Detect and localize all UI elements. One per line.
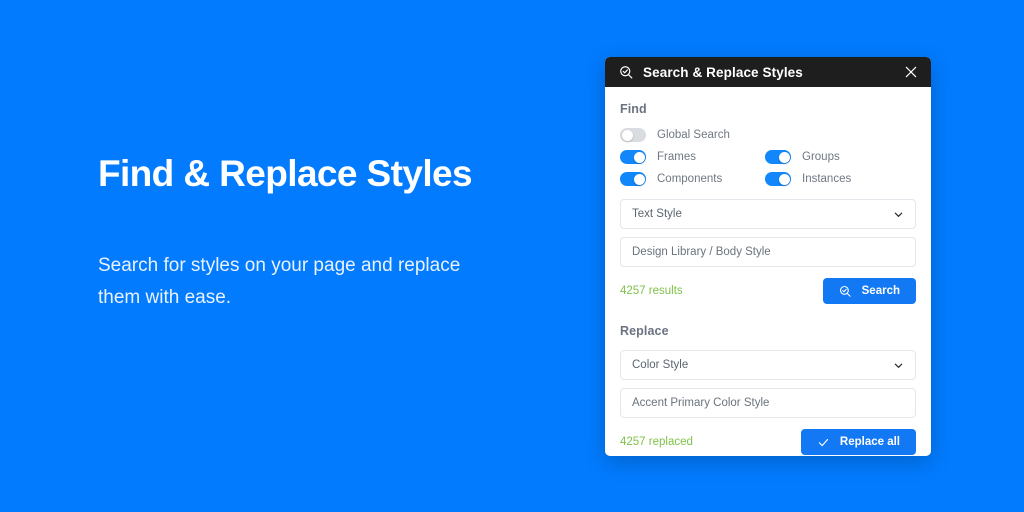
toggle-label-global-search: Global Search — [657, 129, 730, 141]
page-title: Find & Replace Styles — [98, 153, 473, 194]
search-check-icon — [839, 285, 851, 297]
toggle-knob — [621, 129, 633, 141]
replace-style-name-input[interactable]: Accent Primary Color Style — [620, 388, 916, 418]
search-button[interactable]: Search — [822, 278, 916, 304]
find-toggle-grid: Global Search Frames Groups Components I… — [620, 128, 916, 186]
toggle-global-search[interactable] — [620, 128, 646, 142]
search-check-icon — [620, 65, 633, 79]
chevron-down-icon — [894, 212, 903, 217]
replace-style-type-value: Color Style — [632, 359, 689, 371]
replace-action-row: 4257 replaced Replace all — [620, 429, 916, 455]
page-root: Find & Replace Styles Search for styles … — [0, 0, 1024, 512]
toggle-knob — [778, 173, 790, 185]
check-icon — [818, 438, 829, 446]
replace-all-button[interactable]: Replace all — [800, 429, 916, 455]
find-style-type-value: Text Style — [632, 208, 682, 220]
toggle-label-instances: Instances — [802, 173, 852, 185]
find-section-label: Find — [620, 102, 647, 116]
toggle-row-frames[interactable]: Frames — [620, 150, 765, 164]
toggle-grid-spacer — [765, 128, 916, 142]
toggle-row-components[interactable]: Components — [620, 172, 765, 186]
find-action-row: 4257 results Search — [620, 278, 916, 304]
replace-style-type-select[interactable]: Color Style — [620, 350, 916, 380]
replace-status: 4257 replaced — [620, 436, 693, 448]
find-results-status: 4257 results — [620, 285, 683, 297]
find-style-name-input[interactable]: Design Library / Body Style — [620, 237, 916, 267]
toggle-knob — [778, 151, 790, 163]
replace-style-name-value: Accent Primary Color Style — [632, 397, 770, 409]
chevron-down-icon — [894, 363, 903, 368]
toggle-label-groups: Groups — [802, 151, 840, 163]
toggle-components[interactable] — [620, 172, 646, 186]
toggle-row-global-search[interactable]: Global Search — [620, 128, 765, 142]
toggle-knob — [633, 173, 645, 185]
toggle-groups[interactable] — [765, 150, 791, 164]
toggle-label-frames: Frames — [657, 151, 696, 163]
toggle-row-instances[interactable]: Instances — [765, 172, 916, 186]
replace-section-label: Replace — [620, 324, 669, 338]
panel-body: Find Global Search Frames Groups Compone… — [605, 87, 931, 456]
find-style-type-select[interactable]: Text Style — [620, 199, 916, 229]
page-subtitle: Search for styles on your page and repla… — [98, 255, 461, 308]
toggle-frames[interactable] — [620, 150, 646, 164]
toggle-label-components: Components — [657, 173, 723, 185]
panel-header: Search & Replace Styles — [605, 57, 931, 87]
search-replace-panel: Search & Replace Styles Find Global Sear… — [605, 57, 931, 456]
panel-title: Search & Replace Styles — [643, 64, 803, 80]
search-button-label: Search — [861, 285, 900, 297]
toggle-instances[interactable] — [765, 172, 791, 186]
replace-all-button-label: Replace all — [839, 436, 900, 448]
find-style-name-value: Design Library / Body Style — [632, 246, 771, 258]
toggle-knob — [633, 151, 645, 163]
close-icon[interactable] — [903, 64, 919, 80]
toggle-row-groups[interactable]: Groups — [765, 150, 916, 164]
